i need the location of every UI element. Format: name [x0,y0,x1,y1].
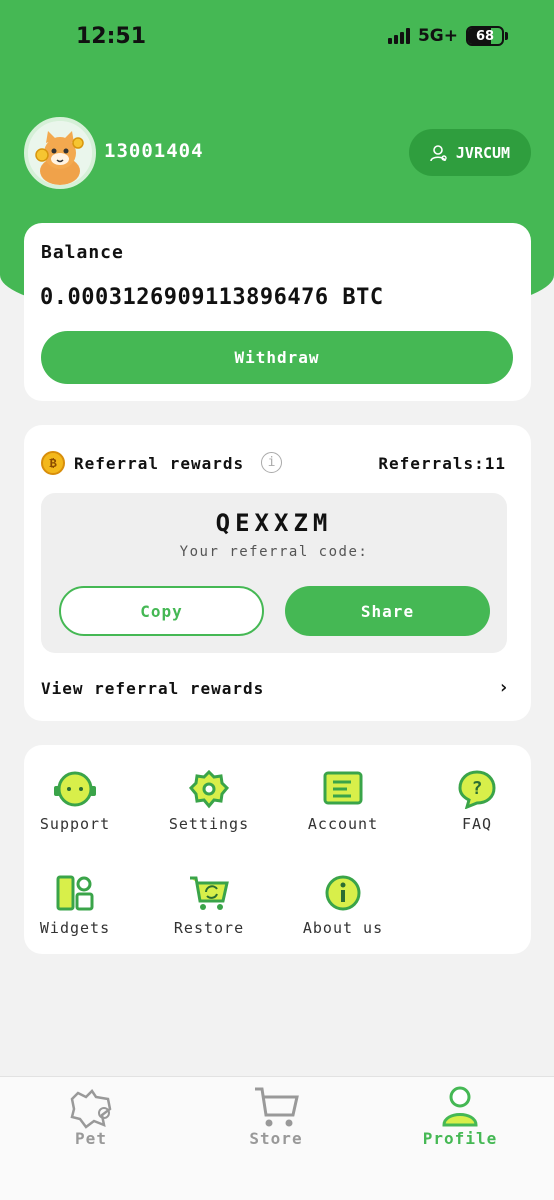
network-type: 5G+ [417,26,458,46]
avatar[interactable] [24,117,96,189]
balance-value: 0.00031269091138964​76 BTC [40,285,384,310]
chevron-right-icon[interactable]: › [498,677,509,698]
signal-icon [387,28,410,44]
bottom-tab-bar: Pet Store Profile [0,1076,554,1200]
referral-card: ₿ Referral rewards i Referrals:11 QEXXZM… [24,425,531,721]
widgets-icon [56,875,94,911]
menu-item-label: Settings [168,815,250,833]
user-code-label: JVRCUM [455,143,511,162]
balance-label: Balance [41,242,124,263]
pet-icon [70,1089,112,1129]
referral-code-box: QEXXZM Your referral code: Copy Share [41,493,507,653]
menu-item-faq[interactable]: ? FAQ [422,769,532,833]
menu-item-widgets[interactable]: Widgets [20,873,130,937]
referral-title: Referral rewards [74,454,245,473]
balance-card: Balance 0.00031269091138964​76 BTC Withd… [24,223,531,401]
menu-item-about[interactable]: About us [288,873,398,937]
menu-item-label: FAQ [461,815,493,833]
menu-item-account[interactable]: Account [288,769,398,833]
battery-icon: 68 [466,26,508,46]
withdraw-button[interactable]: Withdraw [41,331,513,384]
restore-icon [190,876,229,910]
support-icon [54,771,96,807]
user-id: 13001404 [104,140,204,162]
tab-profile[interactable]: Profile [400,1085,520,1148]
menu-item-restore[interactable]: Restore [154,873,264,937]
user-icon [430,144,447,161]
coin-icon: ₿ [41,451,65,475]
info-icon[interactable]: i [261,452,282,473]
menu-item-support[interactable]: Support [20,769,130,833]
faq-icon: ? [458,770,496,809]
referral-code: QEXXZM [215,509,333,537]
menu-item-label: Widgets [39,919,111,937]
cat-avatar-icon [28,121,92,185]
copy-button[interactable]: Copy [59,586,264,636]
status-time: 12:51 [76,24,147,49]
cart-icon [255,1087,299,1127]
referral-code-label: Your referral code: [179,544,369,560]
menu-item-label: Restore [173,919,245,937]
menu-item-label: About us [302,919,384,937]
menu-card: Support Settings Account ? FAQ Widgets R… [24,745,531,954]
user-code-button[interactable]: JVRCUM [409,129,531,176]
settings-icon [188,769,230,809]
menu-item-settings[interactable]: Settings [154,769,264,833]
tab-label: Profile [422,1129,498,1148]
battery-level: 68 [475,28,495,44]
tab-pet[interactable]: Pet [31,1085,151,1148]
about-icon [325,875,361,911]
view-referral-rewards-link[interactable]: View referral rewards [41,679,264,698]
menu-item-label: Account [307,815,379,833]
tab-label: Store [249,1129,303,1148]
share-button[interactable]: Share [285,586,490,636]
menu-item-label: Support [39,815,111,833]
tab-label: Pet [75,1129,107,1148]
svg-text:?: ? [472,778,483,799]
profile-icon [442,1086,478,1127]
status-indicators: 5G+ 68 [387,26,508,46]
account-icon [323,771,363,805]
tab-store[interactable]: Store [216,1085,336,1148]
referral-count: Referrals:11 [378,454,506,473]
